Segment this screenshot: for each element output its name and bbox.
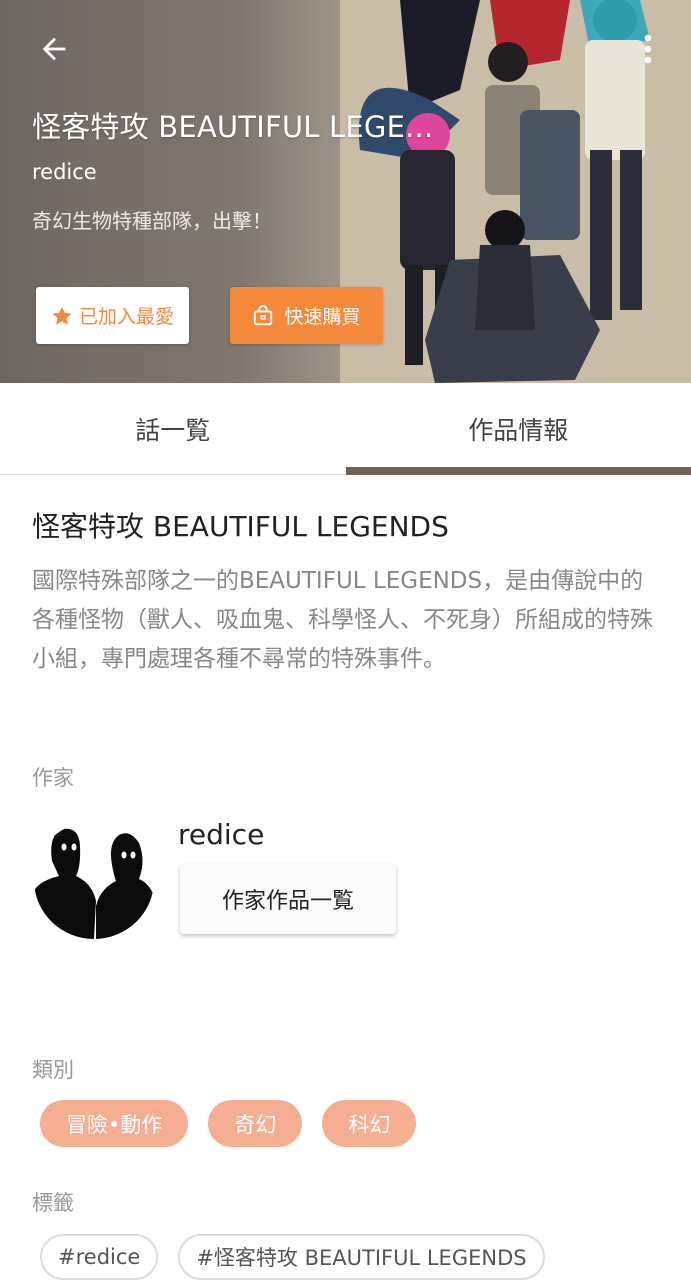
category-chip[interactable]: 冒險•動作: [40, 1100, 189, 1147]
category-list: 冒險•動作 奇幻 科幻: [40, 1100, 417, 1147]
back-button[interactable]: [28, 26, 80, 72]
favorite-button-label: 已加入最愛: [78, 306, 174, 328]
tab-work-info-label: 作品情報: [468, 415, 569, 445]
quick-buy-button[interactable]: 快速購買: [230, 287, 383, 344]
star-icon: [52, 306, 72, 325]
author-section-label: 作家: [32, 766, 74, 790]
tab-work-info[interactable]: 作品情報: [346, 383, 691, 474]
more-vertical-icon: [644, 34, 652, 64]
header-tagline: 奇幻生物特種部隊，出擊！: [32, 209, 272, 233]
header-author: redice: [32, 160, 97, 184]
author-silhouette-icon: [34, 821, 154, 939]
tag-section-label: 標籤: [32, 1191, 74, 1215]
tag-chip[interactable]: #怪客特攻 BEAUTIFUL LEGENDS: [178, 1234, 545, 1280]
work-header: 怪客特攻 BEAUTIFUL LEGE... redice 奇幻生物特種部隊，出…: [0, 0, 691, 383]
author-name: redice: [178, 818, 265, 851]
author-avatar[interactable]: [34, 821, 154, 939]
active-tab-indicator: [346, 467, 691, 475]
shopping-bag-icon: [254, 304, 273, 325]
tab-episode-list[interactable]: 話一覧: [0, 383, 346, 474]
arrow-left-icon: [42, 37, 66, 61]
quick-buy-button-label: 快速購買: [284, 306, 361, 328]
header-title: 怪客特攻 BEAUTIFUL LEGE...: [32, 110, 434, 144]
tab-bar: 話一覧 作品情報: [0, 383, 691, 475]
tab-episode-list-label: 話一覧: [135, 415, 211, 445]
tag-list: #redice #怪客特攻 BEAUTIFUL LEGENDS: [40, 1234, 545, 1280]
category-chip[interactable]: 科幻: [322, 1100, 417, 1147]
more-options-button[interactable]: [628, 26, 668, 72]
work-title: 怪客特攻 BEAUTIFUL LEGENDS: [32, 510, 449, 543]
category-section-label: 類別: [32, 1058, 74, 1082]
favorite-button[interactable]: 已加入最愛: [36, 287, 189, 344]
tag-chip[interactable]: #redice: [40, 1234, 159, 1280]
category-chip[interactable]: 奇幻: [208, 1100, 303, 1147]
work-description: 國際特殊部隊之一的BEAUTIFUL LEGENDS，是由傳說中的各種怪物（獸人…: [32, 568, 653, 672]
author-works-button[interactable]: 作家作品一覧: [180, 864, 396, 934]
